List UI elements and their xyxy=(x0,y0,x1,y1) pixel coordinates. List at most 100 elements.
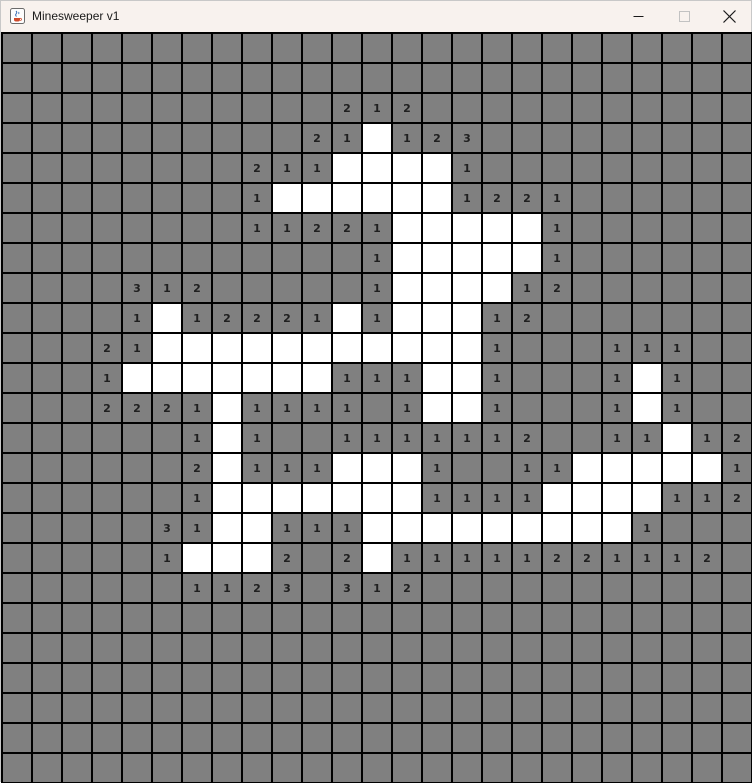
hidden-cell[interactable] xyxy=(273,274,301,302)
hidden-cell[interactable] xyxy=(723,154,751,182)
hidden-cell[interactable] xyxy=(33,364,61,392)
hidden-cell[interactable] xyxy=(33,694,61,722)
hidden-cell[interactable] xyxy=(3,334,31,362)
hidden-cell[interactable] xyxy=(153,184,181,212)
hidden-cell[interactable] xyxy=(3,514,31,542)
hidden-cell[interactable] xyxy=(483,724,511,752)
hidden-cell[interactable] xyxy=(513,664,541,692)
hidden-cell[interactable] xyxy=(573,754,601,782)
hidden-cell[interactable] xyxy=(693,334,721,362)
hidden-cell[interactable] xyxy=(543,664,571,692)
hidden-cell[interactable] xyxy=(513,694,541,722)
hidden-cell[interactable] xyxy=(603,94,631,122)
hidden-cell[interactable] xyxy=(93,724,121,752)
hidden-cell[interactable] xyxy=(33,274,61,302)
hidden-cell[interactable] xyxy=(423,634,451,662)
hidden-cell[interactable] xyxy=(723,514,751,542)
hidden-cell[interactable] xyxy=(153,574,181,602)
hidden-cell[interactable] xyxy=(543,34,571,62)
hidden-cell[interactable] xyxy=(543,694,571,722)
hidden-cell[interactable] xyxy=(93,304,121,332)
hidden-cell[interactable] xyxy=(333,274,361,302)
hidden-cell[interactable] xyxy=(723,64,751,92)
hidden-cell[interactable] xyxy=(243,724,271,752)
hidden-cell[interactable] xyxy=(243,694,271,722)
hidden-cell[interactable] xyxy=(513,64,541,92)
hidden-cell[interactable] xyxy=(513,634,541,662)
hidden-cell[interactable] xyxy=(33,304,61,332)
hidden-cell[interactable] xyxy=(573,124,601,152)
hidden-cell[interactable] xyxy=(3,394,31,422)
hidden-cell[interactable] xyxy=(483,694,511,722)
hidden-cell[interactable] xyxy=(693,124,721,152)
hidden-cell[interactable] xyxy=(393,664,421,692)
hidden-cell[interactable] xyxy=(273,64,301,92)
hidden-cell[interactable] xyxy=(483,664,511,692)
hidden-cell[interactable] xyxy=(213,184,241,212)
hidden-cell[interactable] xyxy=(63,754,91,782)
hidden-cell[interactable] xyxy=(63,724,91,752)
hidden-cell[interactable] xyxy=(243,754,271,782)
hidden-cell[interactable] xyxy=(723,184,751,212)
hidden-cell[interactable] xyxy=(183,694,211,722)
hidden-cell[interactable] xyxy=(633,574,661,602)
hidden-cell[interactable] xyxy=(483,94,511,122)
hidden-cell[interactable] xyxy=(333,64,361,92)
hidden-cell[interactable] xyxy=(633,94,661,122)
hidden-cell[interactable] xyxy=(693,664,721,692)
hidden-cell[interactable] xyxy=(723,574,751,602)
hidden-cell[interactable] xyxy=(573,34,601,62)
hidden-cell[interactable] xyxy=(63,124,91,152)
hidden-cell[interactable] xyxy=(213,694,241,722)
hidden-cell[interactable] xyxy=(633,664,661,692)
hidden-cell[interactable] xyxy=(453,694,481,722)
hidden-cell[interactable] xyxy=(63,214,91,242)
hidden-cell[interactable] xyxy=(33,724,61,752)
hidden-cell[interactable] xyxy=(723,544,751,572)
hidden-cell[interactable] xyxy=(153,724,181,752)
hidden-cell[interactable] xyxy=(213,664,241,692)
hidden-cell[interactable] xyxy=(603,154,631,182)
hidden-cell[interactable] xyxy=(333,664,361,692)
hidden-cell[interactable] xyxy=(63,424,91,452)
hidden-cell[interactable] xyxy=(183,604,211,632)
hidden-cell[interactable] xyxy=(153,214,181,242)
hidden-cell[interactable] xyxy=(123,634,151,662)
hidden-cell[interactable] xyxy=(63,154,91,182)
hidden-cell[interactable] xyxy=(723,664,751,692)
hidden-cell[interactable] xyxy=(93,604,121,632)
hidden-cell[interactable] xyxy=(663,94,691,122)
hidden-cell[interactable] xyxy=(693,304,721,332)
hidden-cell[interactable] xyxy=(3,94,31,122)
hidden-cell[interactable] xyxy=(723,214,751,242)
hidden-cell[interactable] xyxy=(333,34,361,62)
hidden-cell[interactable] xyxy=(543,604,571,632)
hidden-cell[interactable] xyxy=(573,94,601,122)
hidden-cell[interactable] xyxy=(513,604,541,632)
hidden-cell[interactable] xyxy=(663,724,691,752)
hidden-cell[interactable] xyxy=(213,34,241,62)
hidden-cell[interactable] xyxy=(243,64,271,92)
hidden-cell[interactable] xyxy=(33,424,61,452)
hidden-cell[interactable] xyxy=(543,634,571,662)
hidden-cell[interactable] xyxy=(273,34,301,62)
hidden-cell[interactable] xyxy=(573,184,601,212)
hidden-cell[interactable] xyxy=(663,664,691,692)
hidden-cell[interactable] xyxy=(603,754,631,782)
hidden-cell[interactable] xyxy=(633,64,661,92)
hidden-cell[interactable] xyxy=(63,304,91,332)
hidden-cell[interactable] xyxy=(63,334,91,362)
hidden-cell[interactable] xyxy=(213,604,241,632)
hidden-cell[interactable] xyxy=(543,124,571,152)
hidden-cell[interactable] xyxy=(513,124,541,152)
hidden-cell[interactable] xyxy=(663,244,691,272)
hidden-cell[interactable] xyxy=(573,634,601,662)
hidden-cell[interactable] xyxy=(663,184,691,212)
hidden-cell[interactable] xyxy=(153,154,181,182)
hidden-cell[interactable] xyxy=(483,754,511,782)
hidden-cell[interactable] xyxy=(93,244,121,272)
hidden-cell[interactable] xyxy=(393,694,421,722)
hidden-cell[interactable] xyxy=(333,724,361,752)
hidden-cell[interactable] xyxy=(303,634,331,662)
hidden-cell[interactable] xyxy=(723,394,751,422)
